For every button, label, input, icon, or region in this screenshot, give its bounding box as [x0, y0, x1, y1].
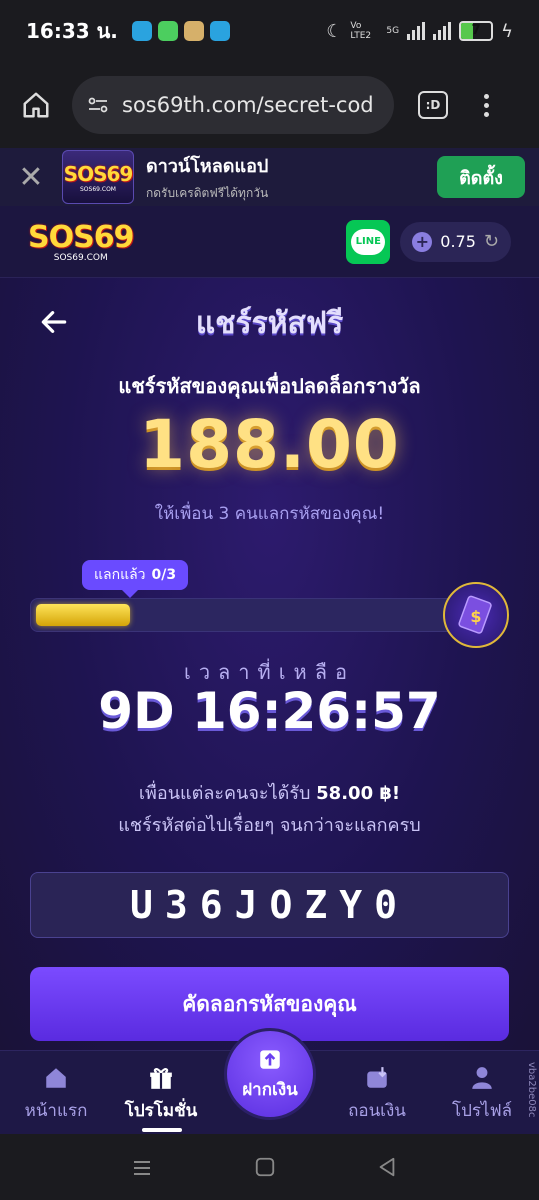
line-button[interactable]: LINE: [346, 219, 391, 264]
charging-icon: ϟ: [501, 20, 513, 42]
headline: แชร์รหัสของคุณเพื่อปลดล็อกรางวัล: [118, 374, 421, 398]
progress-badge: แลกแล้ว 0/3: [82, 560, 189, 598]
site-logo-text: SOS69: [28, 220, 134, 255]
balance-widget[interactable]: + 0.75 ↻: [400, 221, 511, 262]
moon-icon: ☾: [326, 20, 343, 42]
deposit-button[interactable]: ฝากเงิน: [224, 1028, 316, 1120]
back-button-icon[interactable]: [376, 1156, 398, 1178]
balance-value: 0.75: [440, 232, 476, 251]
recents-icon[interactable]: [130, 1156, 154, 1180]
svg-text:$: $: [470, 607, 481, 626]
battery-level: 7: [471, 23, 481, 38]
gift-icon: [150, 1068, 172, 1089]
ticket-reward-icon: $: [443, 582, 509, 648]
nav-promotions[interactable]: โปรโมชั่น: [111, 1065, 211, 1124]
install-button[interactable]: ติดตั้ง: [437, 156, 525, 198]
telegram-icon: [131, 21, 152, 41]
site-header: SOS69 SOS69.COM LINE + 0.75 ↻: [0, 206, 539, 278]
nav-withdraw-label: ถอนเงิน: [348, 1101, 406, 1121]
profile-icon: [472, 1067, 492, 1089]
notification-icons: [131, 21, 230, 41]
browser-toolbar: sos69th.com/secret-cod :D: [0, 62, 539, 148]
telegram-icon: [209, 21, 230, 41]
info-line-1-prefix: เพื่อนแต่ละคนจะได้รับ: [138, 783, 311, 804]
app-logo: SOS69 SOS69.COM: [62, 150, 134, 204]
app-logo-text: SOS69: [63, 161, 134, 186]
site-logo-sub: SOS69.COM: [53, 253, 108, 263]
messages-icon: [157, 21, 178, 41]
signal-icon: [433, 22, 452, 40]
home-button-icon[interactable]: [254, 1156, 276, 1178]
signal-icon: [407, 22, 426, 40]
deposit-label: ฝากเงิน: [242, 1079, 298, 1100]
url-text: sos69th.com/secret-cod: [122, 93, 374, 117]
app-download-banner: ✕ SOS69 SOS69.COM ดาวน์โหลดแอป กดรับเครด…: [0, 148, 539, 206]
active-tab-indicator: [142, 1128, 182, 1132]
info-line-2: แชร์รหัสต่อไปเรื่อยๆ จนกว่าจะแลกครบ: [118, 815, 421, 836]
system-navigation: [0, 1134, 539, 1200]
nav-profile[interactable]: โปรไฟล์: [432, 1065, 532, 1124]
line-icon: LINE: [351, 228, 386, 255]
site-settings-icon[interactable]: [86, 93, 110, 117]
home-icon: [46, 1068, 66, 1088]
address-bar[interactable]: sos69th.com/secret-cod: [72, 76, 394, 134]
more-menu-icon[interactable]: [484, 93, 489, 117]
side-tag: vba2be08c: [526, 1062, 537, 1118]
progress-track: [30, 598, 478, 632]
close-icon[interactable]: ✕: [14, 160, 48, 195]
status-time: 16:33 น.: [26, 19, 118, 43]
banner-title: ดาวน์โหลดแอป: [146, 156, 269, 177]
wallet-icon: [367, 1067, 387, 1088]
banner-subtitle: กดรับเครดิตฟรีได้ทุกวัน: [146, 186, 269, 200]
requirement-text: ให้เพื่อน 3 คนแลกรหัสของคุณ!: [154, 504, 385, 524]
nav-promotions-label: โปรโมชั่น: [124, 1101, 198, 1121]
nav-home-label: หน้าแรก: [24, 1101, 88, 1121]
nav-home[interactable]: หน้าแรก: [6, 1065, 106, 1124]
progress-count: 0/3: [151, 567, 177, 583]
deposit-icon: [260, 1049, 280, 1069]
progress-fill: [36, 604, 130, 626]
countdown-timer: 9D 16:26:57: [98, 682, 441, 740]
nav-profile-label: โปรไฟล์: [451, 1101, 513, 1121]
battery-icon: 7: [459, 21, 494, 41]
info-line-1: เพื่อนแต่ละคนจะได้รับ 58.00 ฿!: [0, 778, 539, 807]
reward-amount: 188.00: [139, 406, 400, 483]
game-icon: [183, 21, 204, 41]
network-label: 5G: [386, 26, 400, 36]
volte-label: Vo LTE2: [350, 21, 372, 41]
share-code-field[interactable]: U36JOZY0: [30, 872, 509, 938]
refresh-icon[interactable]: ↻: [484, 231, 499, 252]
home-icon[interactable]: [16, 85, 56, 125]
page-title: แชร์รหัสฟรี: [195, 306, 344, 341]
tabs-button[interactable]: :D: [418, 91, 448, 119]
status-bar: 16:33 น. ☾ Vo LTE2 5G 7 ϟ: [0, 0, 539, 62]
nav-withdraw[interactable]: ถอนเงิน: [327, 1065, 427, 1124]
per-friend-amount: 58.00 ฿!: [316, 783, 401, 804]
site-logo[interactable]: SOS69 SOS69.COM: [28, 220, 134, 263]
plus-icon[interactable]: +: [412, 231, 433, 252]
app-logo-sub: SOS69.COM: [80, 185, 116, 193]
share-code-panel: แชร์รหัสฟรี แชร์รหัสของคุณเพื่อปลดล็อกรา…: [0, 278, 539, 1050]
progress-label: แลกแล้ว: [94, 567, 146, 583]
